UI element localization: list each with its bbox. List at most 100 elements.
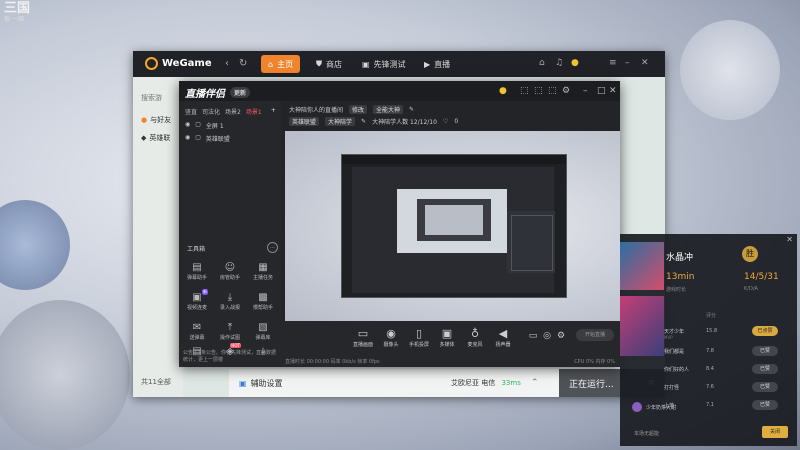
download-icon: ⤓ (227, 292, 233, 303)
zhibo-logo[interactable]: 直播伴侣 更新 (185, 85, 251, 100)
player-score: 7.8 (706, 348, 714, 354)
tool-2[interactable]: ▦ 主播任务 (249, 261, 277, 287)
chevron-up-icon[interactable]: ⌃ (531, 378, 539, 388)
player-info[interactable]: 少年奶茶大甜 (632, 402, 676, 412)
tab-home-label: 主页 (277, 59, 294, 69)
desktop-logo-sub: 截·一国 (4, 16, 24, 23)
network-status[interactable]: 艾欧尼亚 电信 33ms (451, 378, 521, 388)
nested-inside (425, 205, 483, 235)
player-row: 天才少年 MVP 15.8 已点赞 (664, 324, 797, 342)
avatar[interactable]: ● (571, 58, 579, 68)
edit-title-button[interactable]: 修改 (349, 105, 368, 114)
player-name: 我们都是 (664, 349, 685, 355)
like-button[interactable]: 已赞 (752, 400, 778, 410)
player-score: 7.1 (706, 402, 714, 408)
scene-tab-3[interactable]: 场景1 (246, 107, 262, 116)
game-mode-title: 水晶冲 (666, 253, 694, 263)
tool-label: 弹幕库 (255, 335, 271, 341)
tool-6[interactable]: ✉ 送弹幕 (183, 321, 211, 347)
player-name: 打打怪 (664, 385, 680, 391)
like-button[interactable]: 已赞 (752, 364, 778, 374)
status-left: 直播时长 00:00:00 码率 0kb/s 帧率 0fps (285, 359, 380, 365)
close-icon[interactable]: ✕ (641, 58, 649, 68)
tool-5[interactable]: ▩ 慢帮助手 (249, 291, 277, 317)
start-stream-button[interactable]: 开始直播 (576, 329, 614, 341)
record-icon[interactable]: ▭ (527, 331, 539, 341)
tool-8[interactable]: ▧ 弹幕库 (249, 321, 277, 347)
close-icon[interactable]: ✕ (786, 235, 793, 244)
notice-text[interactable]: 公告 | 1条公告。你在先锋测试，直播数据统计，更上一层楼 (183, 349, 281, 363)
tool-0[interactable]: ▤ 弹幕助手 (183, 261, 211, 287)
tool-label: 弹幕助手 (186, 275, 207, 281)
tab-test[interactable]: ▣ 先锋测试 (355, 55, 413, 73)
stream-stats: 大神陪学人数 12/12/10 (372, 119, 437, 126)
edit-icon[interactable]: ✎ (409, 106, 414, 113)
tab-live[interactable]: ▶ 直播 (417, 55, 457, 73)
bell-icon[interactable]: ♫ (555, 58, 563, 68)
stream-info: 大神陪你人的直播间 修改 全能大神 ✎ 英雄联盟 大神陪学 ✎ 大神陪学人数 1… (283, 103, 620, 127)
game-duration-label: 游戏时长 (666, 287, 687, 293)
sidebar-item-lol[interactable]: ◆ 英雄联 (141, 133, 170, 143)
scene-tab-0[interactable]: 竖直 (185, 107, 197, 116)
tool-1[interactable]: ☺ 房管助手 (216, 261, 244, 287)
close-icon[interactable]: ✕ (609, 86, 617, 96)
menu-icon[interactable]: ≡ (609, 58, 617, 68)
test-icon: ▣ (362, 59, 370, 69)
zhibo-titlebar: 直播伴侣 更新 ● ⬚ ⬚ ⬚ ⚙ – □ ✕ (179, 81, 620, 101)
source-item[interactable]: ◉ ▢ 英雄联盟 (185, 134, 230, 143)
nested-titlebar (342, 155, 566, 164)
tab-live-label: 直播 (434, 59, 451, 69)
ping-value: 33ms (501, 379, 521, 387)
game-result-panel: ✕ 水晶冲 胜 13min 游戏时长 14/5/31 K/D/A 评分 天才少年… (620, 234, 797, 446)
bag-icon[interactable]: ⌂ (539, 58, 545, 68)
tab-home[interactable]: ⌂ 主页 (261, 55, 301, 73)
refresh-icon[interactable]: ↻ (239, 58, 247, 69)
wegame-bottom-bar: ▣ 辅助设置 艾欧尼亚 电信 33ms ⌃ 正在运行... ≡ (229, 369, 665, 397)
tab-shop-label: 商店 (326, 59, 342, 69)
scene-tab-1[interactable]: 司法化 (202, 107, 220, 116)
tab-test-label: 先锋测试 (373, 59, 406, 69)
mode-chip[interactable]: 大神陪学 (325, 117, 356, 126)
sidebar-favorites[interactable]: 共11全部 (141, 377, 171, 387)
source-item[interactable]: ◉ ▢ 全屏 1 (185, 121, 224, 130)
like-button[interactable]: 已赞 (752, 382, 778, 392)
sidebar-item-friends[interactable]: ● 与好友 (141, 115, 171, 125)
game-chip[interactable]: 英雄联盟 (289, 117, 320, 126)
bell-icon[interactable]: ⬚ (548, 86, 557, 96)
update-chip[interactable]: 更新 (230, 87, 251, 98)
user-avatar[interactable]: ● (499, 86, 507, 96)
scene-tab-2[interactable]: 场景2 (225, 107, 241, 116)
tools-more-button[interactable]: ... (267, 242, 278, 253)
live-icon: ▶ (424, 59, 431, 69)
gear-icon[interactable]: ⚙ (555, 331, 567, 341)
wegame-logo[interactable]: WeGame (145, 57, 212, 70)
like-button[interactable]: 已点赞 (752, 326, 778, 336)
tab-shop[interactable]: ⛊ 商店 (309, 55, 349, 73)
desktop-logo[interactable]: 三国 截·一国 (4, 2, 34, 30)
stream-preview[interactable] (285, 131, 620, 321)
tool-label: 录入战报 (219, 305, 240, 311)
control-5[interactable]: ◀ 扬声器 (485, 327, 521, 348)
tool-label: 主播任务 (252, 275, 273, 281)
minimize-icon[interactable]: – (583, 86, 588, 96)
like-button[interactable]: 已赞 (752, 346, 778, 356)
tool-label: 操作试图 (219, 335, 240, 341)
assist-settings[interactable]: ▣ 辅助设置 (239, 378, 283, 389)
player-score: 8.4 (706, 366, 714, 372)
category-chip[interactable]: 全能大神 (373, 105, 404, 114)
share-icon[interactable]: ⬚ (520, 86, 529, 96)
sidebar-search[interactable]: 搜索游 (141, 93, 162, 103)
hot-badge: HOT (230, 343, 241, 348)
tool-4[interactable]: ⤓ 录入战报 (216, 291, 244, 317)
bag-icon[interactable]: ⬚ (534, 86, 543, 96)
back-arrow-icon[interactable]: ‹ (225, 58, 229, 69)
eye-icon: ◉ (185, 134, 191, 141)
add-scene-icon[interactable]: + (271, 107, 276, 116)
minimize-icon[interactable]: – (625, 58, 630, 68)
settings-icon[interactable]: ⚙ (562, 86, 570, 96)
tool-3[interactable]: 新 ▣ 视频连麦 (183, 289, 211, 317)
edit-icon[interactable]: ✎ (361, 118, 366, 125)
eye-icon[interactable]: ◎ (541, 331, 553, 341)
maximize-icon[interactable]: □ (597, 86, 606, 96)
close-panel-button[interactable]: 关闭 (762, 426, 788, 438)
